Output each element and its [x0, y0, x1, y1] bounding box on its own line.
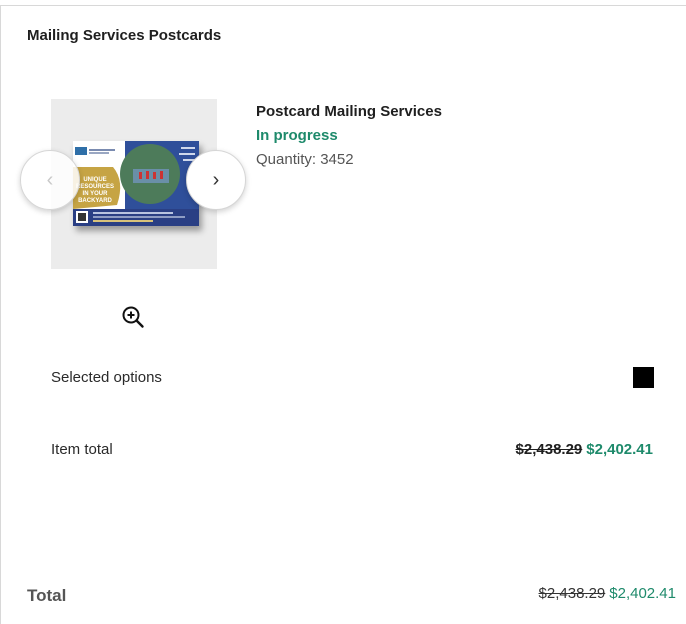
zoom-in-icon — [122, 306, 144, 328]
product-quantity: Quantity: 3452 — [256, 151, 354, 168]
order-original-price: $2,438.29 — [538, 585, 606, 602]
carousel-prev-button[interactable]: ‹ — [20, 150, 80, 210]
card-title: Mailing Services Postcards — [27, 27, 222, 44]
order-total-label: Total — [27, 586, 67, 605]
postcard-text-2: RESOURCES — [76, 184, 114, 190]
postcard-text-3: IN YOUR — [83, 191, 109, 197]
zoom-button[interactable] — [121, 305, 145, 329]
postcard-text-4: BACKYARD — [78, 198, 112, 204]
postcard-artwork: UNIQUE RESOURCES IN YOUR BACKYARD — [73, 141, 199, 226]
chevron-right-icon: › — [212, 168, 220, 191]
carousel-next-button[interactable]: › — [186, 150, 246, 210]
selected-options-toggle[interactable] — [633, 367, 654, 388]
order-status: In progress — [256, 127, 338, 144]
chevron-left-icon: ‹ — [46, 168, 54, 191]
postcard-image: UNIQUE RESOURCES IN YOUR BACKYARD — [73, 141, 199, 226]
order-total-price: $2,438.29 $2,402.41 — [539, 585, 676, 602]
order-discounted-price: $2,402.41 — [609, 585, 676, 602]
selected-options-label: Selected options — [51, 369, 162, 386]
product-name: Postcard Mailing Services — [256, 103, 442, 120]
item-total-label: Item total — [51, 441, 113, 458]
order-card — [0, 5, 686, 624]
item-original-price: $2,438.29 — [515, 441, 583, 458]
postcard-text-1: UNIQUE — [83, 177, 106, 183]
item-total-price: $2,438.29 $2,402.41 — [516, 441, 653, 458]
item-discounted-price: $2,402.41 — [586, 441, 653, 458]
